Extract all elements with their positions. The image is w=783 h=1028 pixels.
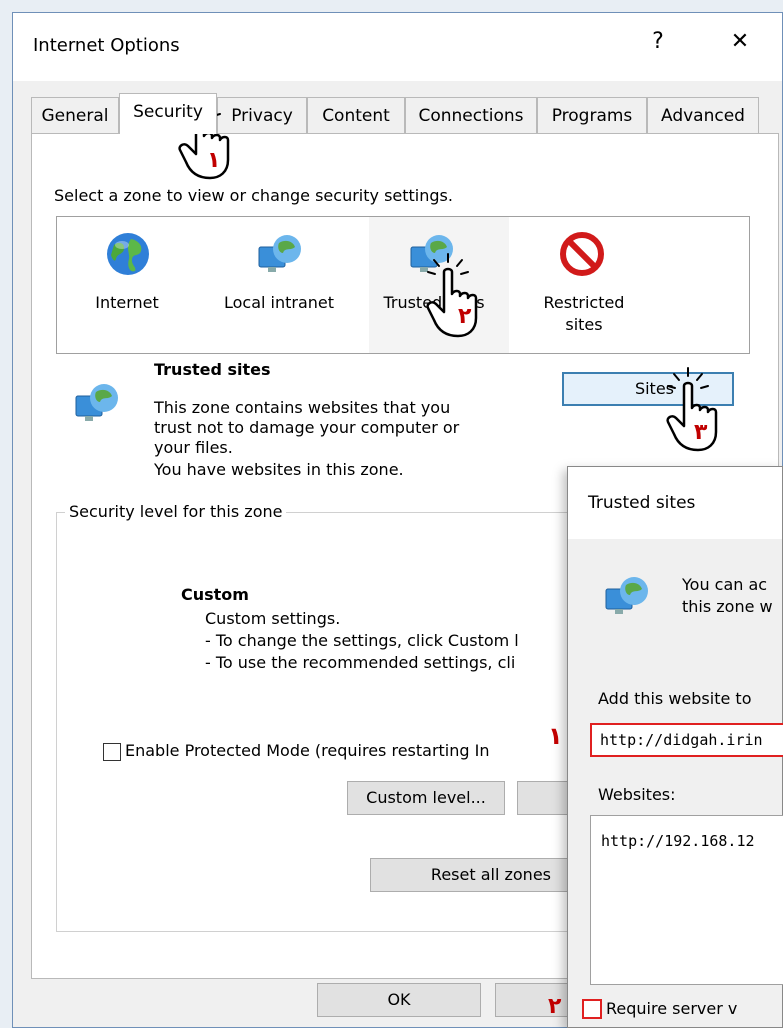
step-2-marker: ٢ xyxy=(458,304,472,329)
dialog-step-2-marker: ٢ xyxy=(548,994,562,1019)
zone-restricted-label-2: sites xyxy=(565,315,603,334)
add-website-label: Add this website to xyxy=(598,689,752,708)
trusted-sites-info-icon xyxy=(75,384,118,421)
selected-zone-desc-3: your files. xyxy=(154,438,233,457)
trusted-sites-title: Trusted sites xyxy=(588,493,696,513)
reset-all-zones-button[interactable]: Reset all zones xyxy=(370,858,570,892)
zone-internet-label: Internet xyxy=(95,293,159,312)
zone-local-intranet[interactable]: Local intranet xyxy=(209,217,349,353)
step-3-marker: ٣ xyxy=(694,420,708,445)
selected-zone-name: Trusted sites xyxy=(154,360,271,379)
zone-internet[interactable]: Internet xyxy=(77,217,177,353)
dialog-step-1-marker: ١ xyxy=(548,722,563,750)
trusted-sites-dialog-icon xyxy=(605,577,648,614)
require-https-checkbox[interactable] xyxy=(582,999,602,1019)
intranet-globe-icon xyxy=(258,235,301,272)
zone-prompt: Select a zone to view or change security… xyxy=(54,186,453,205)
websites-label: Websites: xyxy=(598,785,676,804)
help-button[interactable]: ? xyxy=(643,29,673,55)
title-bar: Internet Options ? ✕ xyxy=(13,13,782,81)
zone-restricted-sites[interactable]: Restricted sites xyxy=(529,217,639,353)
step-1-marker: ١ xyxy=(207,148,221,173)
tab-programs[interactable]: Programs xyxy=(537,97,647,133)
zone-restricted-label: Restricted xyxy=(543,293,625,312)
security-level-name: Custom xyxy=(181,585,249,604)
selected-zone-desc-1: This zone contains websites that you xyxy=(154,398,451,417)
trusted-sites-info-line-1: You can ac xyxy=(682,575,768,594)
custom-level-button[interactable]: Custom level... xyxy=(347,781,505,815)
window-title: Internet Options xyxy=(33,35,180,56)
selected-zone-desc-2: trust not to damage your computer or xyxy=(154,418,460,437)
security-level-title: Security level for this zone xyxy=(65,502,287,521)
require-https-label: Require server v xyxy=(606,999,738,1018)
hand-cursor-icon xyxy=(426,253,478,338)
protected-mode-label: Enable Protected Mode (requires restarti… xyxy=(125,741,490,760)
tab-content[interactable]: Content xyxy=(307,97,405,133)
restricted-icon xyxy=(560,232,604,276)
globe-icon xyxy=(107,233,149,275)
tab-general[interactable]: General xyxy=(31,97,119,133)
add-website-value: http://didgah.irin xyxy=(600,731,763,749)
security-level-line-3: - To use the recommended settings, cli xyxy=(205,653,516,672)
tab-advanced[interactable]: Advanced xyxy=(647,97,759,133)
websites-list[interactable]: http://192.168.12 xyxy=(590,815,783,985)
security-level-line-2: - To change the settings, click Custom l xyxy=(205,631,519,650)
zone-local-intranet-label: Local intranet xyxy=(223,293,335,312)
protected-mode-checkbox[interactable] xyxy=(103,743,121,761)
trusted-sites-info-line-2: this zone w xyxy=(682,597,773,616)
tab-connections[interactable]: Connections xyxy=(405,97,537,133)
security-level-line-1: Custom settings. xyxy=(205,609,341,628)
close-button[interactable]: ✕ xyxy=(725,29,755,55)
ok-button[interactable]: OK xyxy=(317,983,481,1017)
selected-zone-desc-4: You have websites in this zone. xyxy=(154,460,404,479)
trusted-sites-title-bar: Trusted sites xyxy=(568,467,782,539)
add-website-input[interactable]: http://didgah.irin xyxy=(590,723,783,757)
tab-security[interactable]: Security xyxy=(119,93,217,134)
website-list-item[interactable]: http://192.168.12 xyxy=(601,832,755,850)
zone-list: Internet Local intranet Trusted Restrict… xyxy=(56,216,750,354)
trusted-sites-dialog: Trusted sites You can ac this zone w Add… xyxy=(567,466,783,1028)
